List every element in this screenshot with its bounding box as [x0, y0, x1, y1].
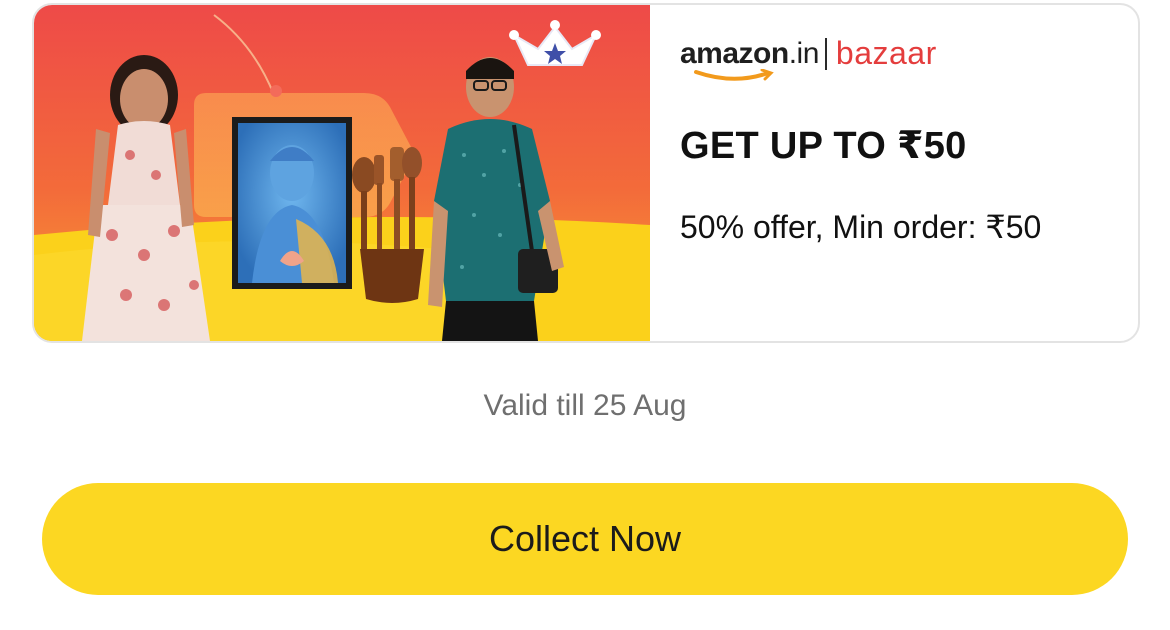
validity-text: Valid till 25 Aug — [483, 389, 687, 422]
brand-amazon-text: amazon — [680, 36, 789, 70]
collect-now-button[interactable]: Collect Now — [42, 483, 1128, 595]
offer-terms: 50% offer, Min order: ₹50 — [680, 209, 1042, 245]
brand-bazaar-wordmark: bazaar — [835, 35, 937, 71]
promo-banner-image — [34, 5, 650, 341]
brand-tld-text: .in — [788, 36, 820, 70]
amazon-smile-icon — [694, 68, 774, 81]
brand-divider — [824, 37, 827, 70]
coupon-card: amazon.in bazaar GET UP TO ₹50 50% offer… — [32, 3, 1140, 343]
coupon-sheet: amazon.in bazaar GET UP TO ₹50 50% offer… — [0, 0, 1170, 630]
coupon-details: amazon.in bazaar GET UP TO ₹50 50% offer… — [650, 5, 1138, 341]
painting-illustration — [232, 117, 352, 289]
brand-amazon-wordmark: amazon.in — [680, 36, 820, 81]
amazon-bazaar-logo: amazon.in bazaar — [680, 35, 937, 81]
offer-title: GET UP TO ₹50 — [680, 125, 967, 167]
